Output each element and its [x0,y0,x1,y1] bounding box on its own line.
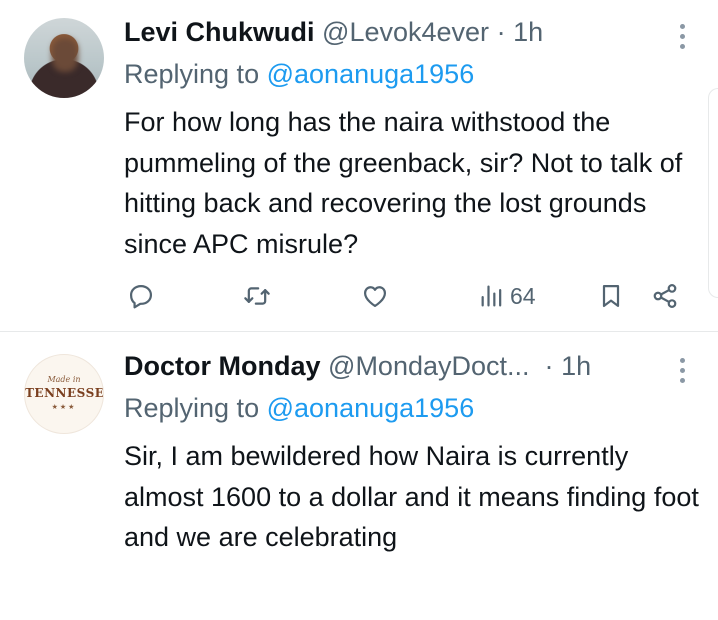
like-button[interactable] [361,280,389,312]
tweet-actions: 64 [0,280,718,312]
retweet-button[interactable] [243,280,271,312]
tweet-2[interactable]: Made in TENNESSEE ★★★ Doctor Monday @Mon… [0,332,718,620]
more-options-icon[interactable] [680,358,686,383]
avatar-logo-word: TENNESSEE [25,386,104,400]
more-options-icon[interactable] [680,24,686,49]
side-panel-edge [708,88,718,298]
replying-prefix: Replying to [124,393,260,423]
share-button[interactable] [651,280,679,312]
handle[interactable]: @MondayDoct... [328,351,530,381]
share-icon [653,284,677,308]
replying-to-link[interactable]: @aonanuga1956 [267,59,475,89]
tweet-text: Sir, I am bewildered how Naira is curren… [124,441,699,552]
replying-prefix: Replying to [124,59,260,89]
heart-icon [363,286,387,308]
views-button[interactable]: 64 [478,280,536,312]
replying-to-link[interactable]: @aonanuga1956 [267,393,475,423]
timestamp[interactable]: 1h [513,17,543,47]
time-separator: · [496,17,506,47]
replying-to: Replying to @aonanuga1956 [124,58,474,90]
views-count: 64 [510,282,536,309]
display-name[interactable]: Doctor Monday [124,351,321,381]
avatar[interactable] [24,18,104,98]
avatar-face [52,38,78,72]
handle[interactable]: @Levok4ever [322,17,489,47]
tweet-text: For how long has the naira withstood the… [124,107,683,259]
bookmark-icon [602,284,620,308]
bookmark-button[interactable] [597,280,625,312]
timestamp[interactable]: 1h [561,351,591,381]
tweet-header: Doctor Monday @MondayDoct... · 1h [124,350,591,382]
views-icon [481,285,502,307]
time-separator: · [544,351,554,381]
reply-icon [129,284,153,309]
tweet-1[interactable]: Levi Chukwudi @Levok4ever · 1h Replying … [0,0,718,331]
reply-button[interactable] [127,280,155,312]
avatar[interactable]: Made in TENNESSEE ★★★ [24,354,104,434]
replying-to: Replying to @aonanuga1956 [124,392,474,424]
retweet-icon [244,287,270,305]
display-name[interactable]: Levi Chukwudi [124,17,315,47]
avatar-logo-stars: ★★★ [51,404,77,411]
tweet-header: Levi Chukwudi @Levok4ever · 1h [124,16,543,48]
avatar-logo-top: Made in [47,375,81,384]
